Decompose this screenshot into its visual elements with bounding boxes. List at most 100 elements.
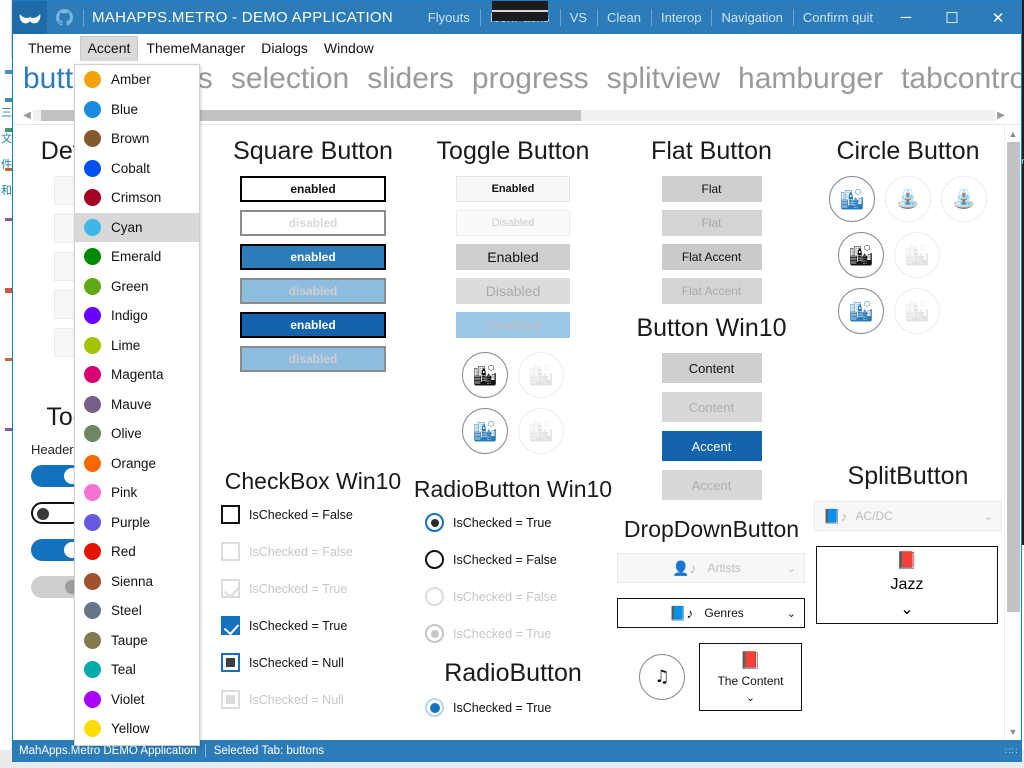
checkbox-indeterminate[interactable]: [221, 653, 240, 672]
accent-dropdown-menu[interactable]: Amber Blue Brown Cobalt Crimson Cyan Emerald Gr…: [74, 64, 200, 746]
radio-unselected[interactable]: [425, 550, 444, 569]
tab-tabcontrol[interactable]: tabcontrol: [901, 62, 1021, 96]
toggle-button-enabled-1[interactable]: Enabled: [456, 176, 570, 202]
flat-accent-button-1[interactable]: Flat Accent: [661, 244, 762, 270]
titlebar-command-interop[interactable]: Interop: [651, 1, 711, 34]
accent-menu-item-emerald[interactable]: Emerald: [75, 242, 199, 272]
column-flat-button: Flat Button Flat Flat Flat Accent Flat A…: [613, 125, 810, 735]
accent-menu-item-olive[interactable]: Olive: [75, 419, 199, 449]
square-button-enabled-2[interactable]: enabled: [240, 244, 386, 270]
accent-menu-item-blue[interactable]: Blue: [75, 95, 199, 125]
titlebar-command-clean[interactable]: Clean: [597, 1, 651, 34]
chevron-down-icon[interactable]: ⌄: [746, 691, 755, 704]
status-selected-tab: Selected Tab: buttons: [213, 744, 325, 757]
content-vertical-scrollbar[interactable]: ▲ ▼: [1004, 125, 1021, 740]
dropdown-button-artists[interactable]: 👤♪ Artists ⌄: [617, 553, 805, 583]
accent-menu-item-sienna[interactable]: Sienna: [75, 567, 199, 597]
accent-menu-item-indigo[interactable]: Indigo: [75, 301, 199, 331]
accent-menu-item-amber[interactable]: Amber: [75, 65, 199, 95]
accent-menu-item-green[interactable]: Green: [75, 272, 199, 302]
tab-selection[interactable]: selection: [231, 62, 349, 96]
tab-sliders[interactable]: sliders: [367, 62, 454, 96]
tab-splitview[interactable]: splitview: [607, 62, 720, 96]
menu-window[interactable]: Window: [316, 36, 382, 60]
checkbox-checked[interactable]: [221, 616, 240, 635]
accent-menu-item-lime[interactable]: Lime: [75, 331, 199, 361]
checkbox-label: IsChecked = True: [249, 618, 348, 633]
dropdown-button-genres[interactable]: 📘♪ Genres ⌄: [617, 598, 805, 628]
accent-menu-item-violet[interactable]: Violet: [75, 685, 199, 715]
circle-button-city-blue[interactable]: 🏙: [829, 176, 875, 222]
accent-menu-item-cobalt[interactable]: Cobalt: [75, 154, 199, 184]
accent-color-swatch: [84, 336, 101, 354]
menu-thememanager[interactable]: ThemeManager: [138, 36, 253, 60]
chevron-down-icon[interactable]: ⌄: [984, 510, 993, 523]
dropdown-tile-label: The Content: [717, 673, 784, 688]
scroll-down-arrow-icon[interactable]: ▼: [1005, 723, 1021, 740]
accent-menu-item-label: Violet: [111, 691, 145, 707]
win10-button-accent[interactable]: Accent: [661, 431, 762, 461]
accent-menu-item-orange[interactable]: Orange: [75, 449, 199, 479]
checkbox-unchecked-1[interactable]: [221, 505, 240, 524]
split-button-jazz-tile[interactable]: 📕 Jazz ⌄: [816, 546, 998, 624]
square-button-disabled-1: disabled: [240, 210, 386, 236]
accent-menu-item-yellow[interactable]: Yellow: [75, 714, 199, 744]
win10-button-content[interactable]: Content: [661, 353, 762, 383]
accent-menu-item-teal[interactable]: Teal: [75, 655, 199, 685]
chevron-down-icon[interactable]: ⌄: [787, 562, 796, 575]
menu-accent[interactable]: Accent: [79, 35, 139, 61]
minimize-button[interactable]: ─: [883, 1, 929, 34]
dropdown-circle-music-button[interactable]: ♫: [639, 654, 685, 700]
square-button-enabled-1[interactable]: enabled: [240, 176, 386, 202]
chevron-left-icon[interactable]: ◀: [21, 110, 33, 121]
radio-selected[interactable]: [425, 513, 444, 532]
accent-menu-item-cyan[interactable]: Cyan: [75, 212, 199, 242]
accent-menu-item-crimson[interactable]: Crimson: [75, 183, 199, 213]
chevron-right-icon[interactable]: ▶: [995, 110, 1007, 121]
resize-grip-icon[interactable]: ∷∷: [1005, 747, 1017, 759]
accent-menu-item-red[interactable]: Red: [75, 537, 199, 567]
scroll-thumb[interactable]: [1007, 142, 1020, 612]
chevron-down-icon[interactable]: ⌄: [787, 607, 796, 620]
accent-menu-item-steel[interactable]: Steel: [75, 596, 199, 626]
circle-button-city-blue-2[interactable]: 🏙: [838, 288, 884, 334]
tab-hamburger[interactable]: hamburger: [738, 62, 883, 96]
accent-color-swatch: [84, 248, 101, 266]
accent-menu-item-purple[interactable]: Purple: [75, 508, 199, 538]
titlebar-command-confirm-quit[interactable]: Confirm quit: [792, 1, 883, 34]
toggle-circle-button-disabled-1: 🏙: [518, 352, 564, 398]
toggle-circle-button-blue[interactable]: 🏙: [462, 408, 508, 454]
menu-theme[interactable]: Theme: [20, 36, 80, 60]
titlebar-command-flyouts[interactable]: Flyouts: [418, 1, 480, 34]
circle-button-city-black[interactable]: 🏙: [838, 232, 884, 278]
accent-menu-item-taupe[interactable]: Taupe: [75, 626, 199, 656]
toggle-button-enabled-2[interactable]: Enabled: [456, 244, 570, 270]
dropdown-content-tile[interactable]: 📕 The Content ⌄: [699, 643, 802, 711]
chevron-down-icon[interactable]: ⌄: [900, 599, 913, 619]
titlebar-command-iconpacks[interactable]: IconPacks: [479, 1, 560, 34]
titlebar-command-navigation[interactable]: Navigation: [711, 1, 792, 34]
accent-menu-item-label: Cobalt: [111, 160, 151, 176]
radio-selected-classic[interactable]: [425, 698, 444, 717]
maximize-button[interactable]: ☐: [929, 1, 975, 34]
accent-menu-item-magenta[interactable]: Magenta: [75, 360, 199, 390]
background-app-left[interactable]: 三文件和: [0, 0, 12, 768]
tab-progress[interactable]: progress: [472, 62, 589, 96]
github-octocat-icon[interactable]: [47, 1, 81, 34]
split-button-acdc[interactable]: 📘♪ AC/DC ⌄: [814, 501, 1002, 531]
accent-menu-item-mauve[interactable]: Mauve: [75, 390, 199, 420]
titlebar-command-vs[interactable]: VS: [559, 1, 597, 34]
checkbox-label: IsChecked = True: [249, 581, 348, 596]
square-button-enabled-3[interactable]: enabled: [240, 312, 386, 338]
scroll-track[interactable]: [1007, 142, 1020, 723]
radio-label: IsChecked = False: [453, 589, 557, 604]
toggle-circle-button-black[interactable]: 🏙: [462, 352, 508, 398]
book-icon: 📕: [739, 650, 762, 670]
close-button[interactable]: ✕: [975, 1, 1021, 34]
scroll-up-arrow-icon[interactable]: ▲: [1005, 125, 1021, 142]
menu-dialogs[interactable]: Dialogs: [253, 36, 316, 60]
accent-menu-item-pink[interactable]: Pink: [75, 478, 199, 508]
accent-menu-item-brown[interactable]: Brown: [75, 124, 199, 154]
accent-color-swatch: [84, 661, 101, 679]
flat-button-1[interactable]: Flat: [661, 176, 762, 202]
